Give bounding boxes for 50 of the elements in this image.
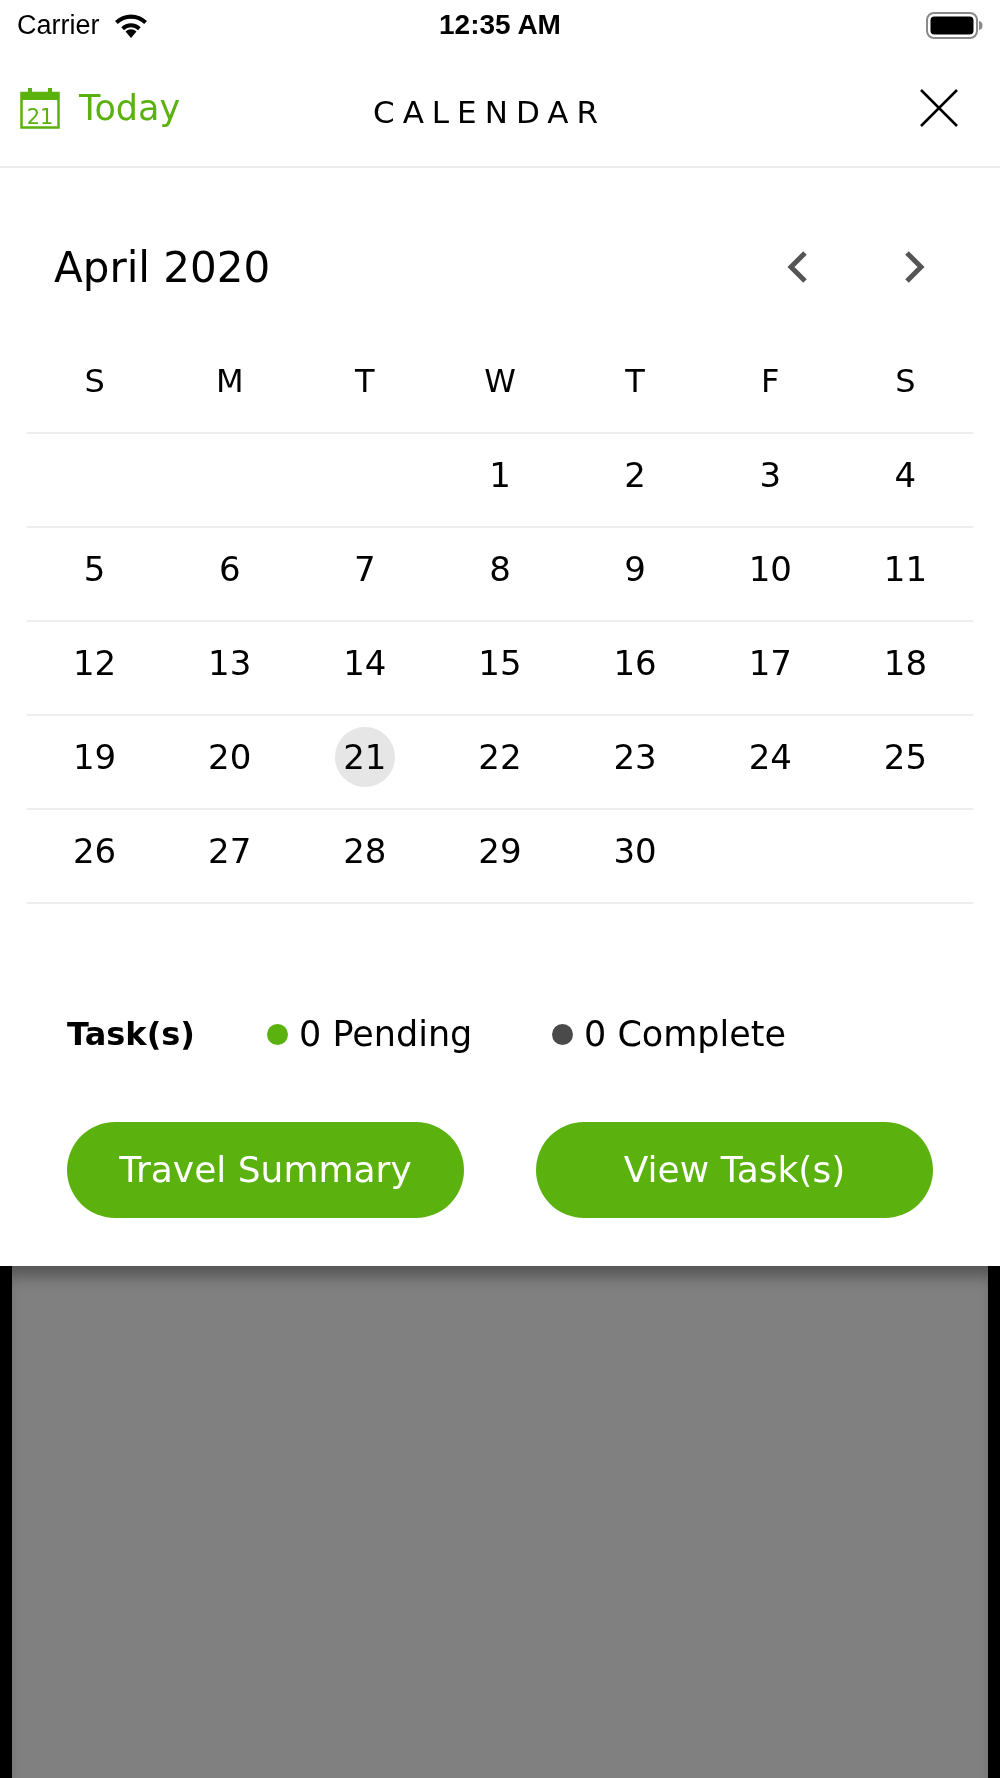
calendar-day[interactable]: 15 bbox=[470, 633, 530, 693]
calendar-day[interactable]: 24 bbox=[740, 727, 801, 787]
carrier-name: Carrier bbox=[17, 8, 100, 42]
calendar-day[interactable]: 8 bbox=[470, 539, 530, 599]
status-time: 12:35 AM bbox=[439, 8, 561, 42]
weekday-label: W bbox=[484, 361, 516, 402]
weekday-label: S bbox=[84, 361, 105, 402]
calendar-day[interactable]: 11 bbox=[875, 539, 936, 599]
calendar-day[interactable]: 18 bbox=[875, 633, 936, 693]
calendar-day[interactable]: 12 bbox=[64, 633, 125, 693]
calendar-day[interactable]: 28 bbox=[334, 821, 395, 881]
calendar-day[interactable]: 7 bbox=[334, 539, 395, 599]
chevron-left-icon bbox=[786, 251, 808, 283]
calendar-day[interactable]: 3 bbox=[740, 445, 801, 505]
calendar-day[interactable]: 14 bbox=[334, 633, 395, 693]
calendar-day[interactable]: 23 bbox=[605, 727, 666, 787]
task-count: 0 Pending bbox=[299, 1012, 473, 1056]
calendar-day[interactable]: 16 bbox=[605, 633, 666, 693]
calendar-day[interactable]: 30 bbox=[605, 821, 666, 881]
calendar-day[interactable]: 5 bbox=[64, 539, 125, 599]
chevron-right-icon bbox=[904, 251, 926, 283]
close-button[interactable] bbox=[919, 88, 959, 128]
calendar-day[interactable]: 20 bbox=[199, 727, 260, 787]
close-icon bbox=[920, 89, 958, 127]
calendar-day[interactable]: 17 bbox=[740, 633, 801, 693]
calendar-day[interactable]: 26 bbox=[64, 821, 125, 881]
weekday-label: M bbox=[215, 361, 244, 402]
calendar-day[interactable]: 22 bbox=[470, 727, 530, 787]
calendar-day[interactable]: 13 bbox=[199, 633, 260, 693]
month-title: April 2020 bbox=[54, 241, 271, 294]
task-count: 0 Complete bbox=[584, 1012, 787, 1056]
weekday-label: F bbox=[761, 361, 780, 402]
tasks-label: Task(s) bbox=[67, 1014, 195, 1055]
calendar-day[interactable]: 4 bbox=[875, 445, 936, 505]
calendar-title: CALENDAR bbox=[373, 92, 606, 132]
wifi-icon bbox=[112, 12, 149, 38]
weekday-label: S bbox=[895, 361, 916, 402]
calendar-day[interactable]: 27 bbox=[199, 821, 260, 881]
calendar-day[interactable]: 6 bbox=[199, 539, 260, 599]
calendar-day[interactable]: 1 bbox=[470, 445, 530, 505]
weekday-label: T bbox=[355, 361, 375, 402]
calendar-day[interactable]: 25 bbox=[875, 727, 936, 787]
calendar-day[interactable]: 10 bbox=[740, 539, 801, 599]
calendar-day[interactable]: 9 bbox=[605, 539, 666, 599]
calendar-day[interactable]: 29 bbox=[470, 821, 530, 881]
battery-icon bbox=[926, 11, 983, 39]
calendar-day[interactable]: 21 bbox=[334, 727, 395, 787]
calendar-day[interactable]: 19 bbox=[64, 727, 125, 787]
weekday-label: T bbox=[625, 361, 645, 402]
calendar-day[interactable]: 2 bbox=[605, 445, 666, 505]
